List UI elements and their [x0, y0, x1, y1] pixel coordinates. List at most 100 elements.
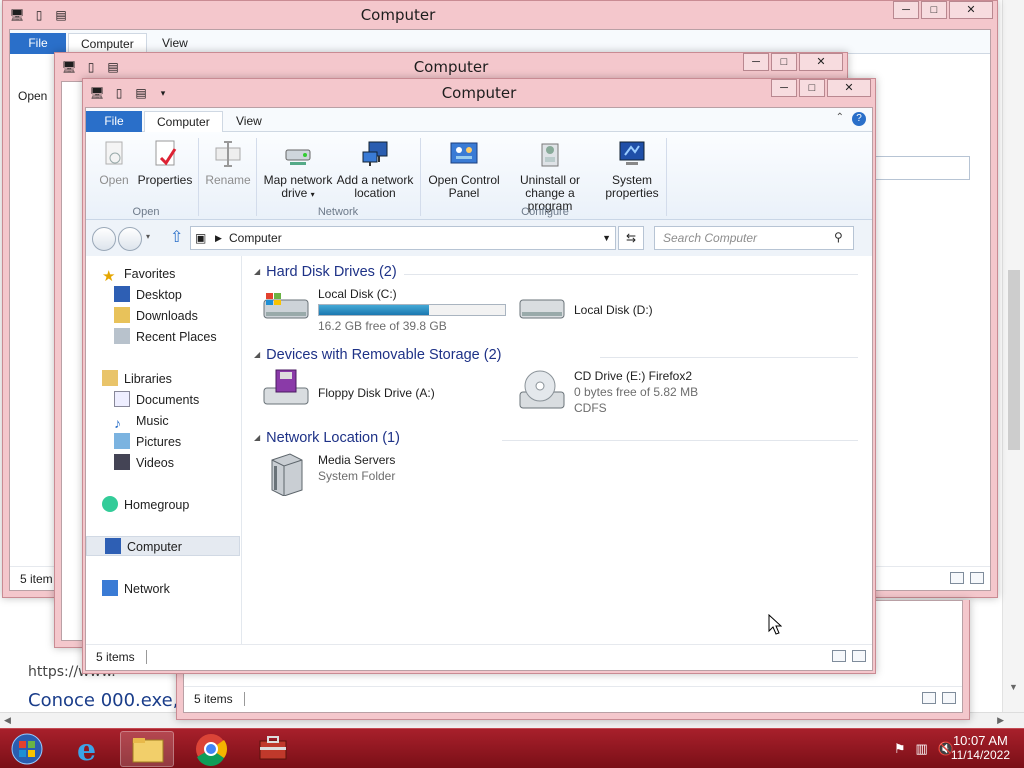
details-view-icon[interactable]: [950, 572, 964, 584]
scroll-down-icon[interactable]: ▼: [1009, 682, 1018, 692]
nav-documents[interactable]: Documents: [114, 390, 199, 410]
tab-file[interactable]: File: [86, 111, 142, 132]
uninstall-icon: [541, 143, 559, 167]
tab-view[interactable]: View: [150, 33, 200, 54]
clock-time: 10:07 AM: [952, 733, 1008, 748]
tab-view[interactable]: View: [224, 111, 274, 132]
add-network-location-label: Add a network location: [336, 173, 414, 200]
minimize-button[interactable]: ─: [743, 53, 769, 71]
group-header-hard-disk-drives[interactable]: ◢ Hard Disk Drives (2): [254, 264, 397, 280]
minimize-button[interactable]: ─: [893, 1, 919, 19]
system-properties-icon: [619, 141, 645, 165]
background-link[interactable]: Conoce 000.exe,: [28, 690, 178, 711]
refresh-icon: ⇆: [625, 231, 637, 245]
open-button[interactable]: Open: [18, 90, 47, 103]
homegroup-icon: [102, 496, 118, 512]
refresh-button[interactable]: ⇆: [618, 226, 644, 250]
add-network-location-button[interactable]: Add a network location: [334, 138, 416, 200]
nav-pictures[interactable]: Pictures: [114, 432, 181, 452]
nav-computer[interactable]: Computer: [86, 536, 240, 556]
properties-icon: [155, 140, 177, 166]
back-button[interactable]: [92, 227, 116, 251]
up-arrow-icon[interactable]: ⇧: [170, 227, 183, 247]
view-toggle-icons[interactable]: [922, 692, 956, 704]
recent-locations-icon[interactable]: ▾: [146, 232, 150, 241]
uninstall-program-button[interactable]: Uninstall or change a program: [502, 138, 598, 213]
scroll-right-icon[interactable]: ▶: [997, 715, 1004, 726]
taskbar-chrome[interactable]: [184, 731, 238, 767]
breadcrumb-chevron-icon[interactable]: ▶: [215, 227, 222, 249]
large-icons-view-icon[interactable]: [970, 572, 984, 584]
tab-computer[interactable]: Computer: [68, 33, 147, 54]
nav-label: Desktop: [136, 288, 182, 302]
address-bar-area: ▾ ⇧ ▣ ▶ Computer ▼ ⇆ Search Computer ⚲: [86, 220, 872, 256]
maximize-button[interactable]: □: [799, 79, 825, 97]
maximize-button[interactable]: □: [921, 1, 947, 19]
drive-c-usage-fill: [319, 305, 429, 315]
action-center-flag-icon[interactable]: ⚑: [894, 741, 906, 757]
hard-drive-windows-icon: [263, 293, 309, 319]
group-divider: [404, 274, 858, 275]
taskbar-clock[interactable]: 10:07 AM 11/14/2022: [951, 733, 1010, 763]
address-input[interactable]: ▣ ▶ Computer ▼: [190, 226, 616, 250]
star-icon: ★: [102, 268, 116, 285]
computer-window[interactable]: 🖥 ▯ ▤ ▾ Computer ─ □ ✕ File Computer Vie…: [82, 78, 876, 674]
network-status-icon[interactable]: ▥: [916, 741, 928, 757]
system-properties-button[interactable]: System properties: [598, 138, 666, 200]
window-body: File Computer View ⌃ ? Open Properties R…: [85, 107, 873, 671]
minimize-button[interactable]: ─: [771, 79, 797, 97]
open-control-panel-button[interactable]: Open Control Panel: [424, 138, 504, 200]
breadcrumb-computer[interactable]: Computer: [229, 227, 282, 249]
details-view-icon[interactable]: [922, 692, 936, 704]
nav-videos[interactable]: Videos: [114, 453, 174, 473]
view-toggle-icons[interactable]: [832, 650, 866, 662]
nav-recent-places[interactable]: Recent Places: [114, 327, 217, 347]
nav-libraries[interactable]: Libraries: [102, 369, 172, 389]
nav-downloads[interactable]: Downloads: [114, 306, 198, 326]
group-divider: [600, 357, 858, 358]
ribbon-separator: [198, 138, 199, 216]
caption-buttons: ─ □ ✕: [771, 79, 871, 97]
rename-button[interactable]: Rename: [202, 138, 254, 187]
scroll-left-icon[interactable]: ◀: [4, 715, 11, 726]
scrollbar-thumb[interactable]: [1008, 270, 1020, 450]
ribbon-separator: [256, 138, 257, 216]
search-input[interactable]: Search Computer: [654, 226, 854, 250]
taskbar-app[interactable]: [246, 731, 300, 767]
map-network-drive-label: Map network drive: [263, 173, 333, 200]
view-toggle-icons[interactable]: [950, 572, 984, 584]
large-icons-view-icon[interactable]: [852, 650, 866, 662]
search-icon[interactable]: ⚲: [834, 230, 843, 244]
vertical-scrollbar[interactable]: ▼: [1002, 0, 1024, 712]
group-header-network-location[interactable]: ◢ Network Location (1): [254, 430, 400, 446]
help-icon[interactable]: ?: [852, 112, 866, 126]
close-button[interactable]: ✕: [827, 79, 871, 97]
map-network-drive-button[interactable]: Map network drive ▾: [260, 138, 336, 201]
nav-homegroup[interactable]: Homegroup: [102, 495, 189, 515]
start-button[interactable]: [8, 733, 46, 765]
group-header-removable-storage[interactable]: ◢ Devices with Removable Storage (2): [254, 347, 501, 363]
minimize-ribbon-icon[interactable]: ⌃: [836, 112, 844, 123]
nav-favorites[interactable]: ★ Favorites: [102, 264, 175, 285]
tab-file[interactable]: File: [10, 33, 66, 54]
close-button[interactable]: ✕: [799, 53, 843, 71]
window-title: Computer: [441, 84, 517, 102]
tab-computer[interactable]: Computer: [144, 111, 223, 132]
nav-network[interactable]: Network: [102, 579, 170, 599]
open-button[interactable]: Open: [94, 138, 134, 187]
nav-music[interactable]: ♪ Music: [114, 411, 169, 431]
details-view-icon[interactable]: [832, 650, 846, 662]
nav-desktop[interactable]: Desktop: [114, 285, 182, 305]
forward-button[interactable]: [118, 227, 142, 251]
taskbar-file-explorer[interactable]: [120, 731, 174, 767]
taskbar-internet-explorer[interactable]: e: [62, 731, 116, 768]
close-button[interactable]: ✕: [949, 1, 993, 19]
drive-c-usage-bar: [318, 304, 506, 316]
address-dropdown-icon[interactable]: ▼: [602, 227, 611, 249]
properties-button[interactable]: Properties: [136, 138, 194, 187]
large-icons-view-icon[interactable]: [942, 692, 956, 704]
ribbon-group-open: Open: [132, 206, 160, 218]
ribbon-tabs: File Computer View: [10, 30, 990, 54]
nav-label: Libraries: [124, 372, 172, 386]
maximize-button[interactable]: □: [771, 53, 797, 71]
